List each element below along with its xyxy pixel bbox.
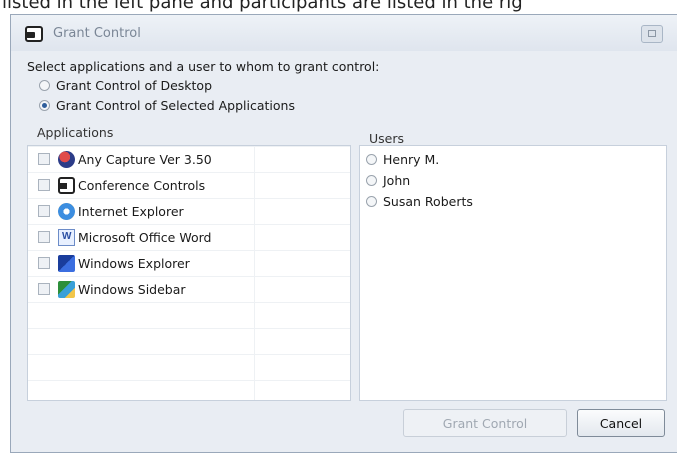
dialog-title: Grant Control — [53, 26, 141, 41]
list-item[interactable]: Windows Sidebar — [38, 279, 186, 299]
option-label: Grant Control of Desktop — [56, 77, 213, 93]
user-label: John — [383, 172, 411, 188]
applications-list[interactable]: Any Capture Ver 3.50 Conference Controls… — [27, 145, 351, 401]
close-icon — [648, 30, 656, 37]
radio-button[interactable] — [39, 99, 50, 111]
app-label: Windows Explorer — [78, 255, 190, 271]
option-grant-desktop[interactable]: Grant Control of Desktop — [39, 76, 212, 94]
list-item[interactable]: Henry M. — [366, 149, 439, 169]
internet-explorer-icon — [58, 202, 75, 220]
list-item[interactable]: Any Capture Ver 3.50 — [38, 149, 212, 169]
page-caption: listed in the left pane and participants… — [2, 0, 523, 13]
checkbox[interactable] — [38, 153, 50, 165]
radio-button[interactable] — [39, 79, 50, 91]
app-label: Internet Explorer — [78, 203, 184, 219]
app-label: Conference Controls — [78, 177, 206, 193]
app-label: Windows Sidebar — [78, 281, 186, 297]
user-label: Susan Roberts — [383, 193, 473, 209]
list-item[interactable]: Susan Roberts — [366, 191, 473, 211]
list-item[interactable]: Conference Controls — [38, 175, 205, 195]
option-label: Grant Control of Selected Applications — [56, 97, 295, 113]
checkbox[interactable] — [38, 205, 50, 217]
windows-explorer-icon — [58, 254, 75, 272]
conference-app-icon — [25, 26, 43, 42]
checkbox[interactable] — [38, 257, 50, 269]
app-label: Microsoft Office Word — [78, 229, 212, 245]
conference-controls-icon — [58, 176, 75, 194]
list-item[interactable]: Windows Explorer — [38, 253, 190, 273]
users-label: Users — [369, 131, 405, 146]
applications-label: Applications — [37, 125, 114, 140]
users-list[interactable]: Henry M. John Susan Roberts — [359, 145, 667, 401]
option-grant-selected-apps[interactable]: Grant Control of Selected Applications — [39, 96, 295, 114]
app-label: Any Capture Ver 3.50 — [78, 151, 212, 167]
radio-button[interactable] — [366, 153, 377, 165]
checkbox[interactable] — [38, 231, 50, 243]
checkbox[interactable] — [38, 179, 50, 191]
checkbox[interactable] — [38, 283, 50, 295]
instruction-text: Select applications and a user to whom t… — [27, 59, 380, 74]
title-bar: Grant Control — [11, 15, 677, 51]
radio-button[interactable] — [366, 174, 377, 186]
list-item[interactable]: Microsoft Office Word — [38, 227, 211, 247]
grant-control-dialog: Grant Control Select applications and a … — [10, 14, 677, 453]
radio-button[interactable] — [366, 195, 377, 207]
cancel-button[interactable]: Cancel — [577, 409, 665, 437]
windows-sidebar-icon — [58, 280, 75, 298]
any-capture-icon — [58, 150, 75, 168]
word-icon — [58, 228, 75, 246]
grant-control-button[interactable]: Grant Control — [403, 409, 567, 437]
user-label: Henry M. — [383, 151, 440, 167]
list-item[interactable]: Internet Explorer — [38, 201, 184, 221]
window-close-button[interactable] — [641, 25, 663, 43]
list-item[interactable]: John — [366, 170, 410, 190]
